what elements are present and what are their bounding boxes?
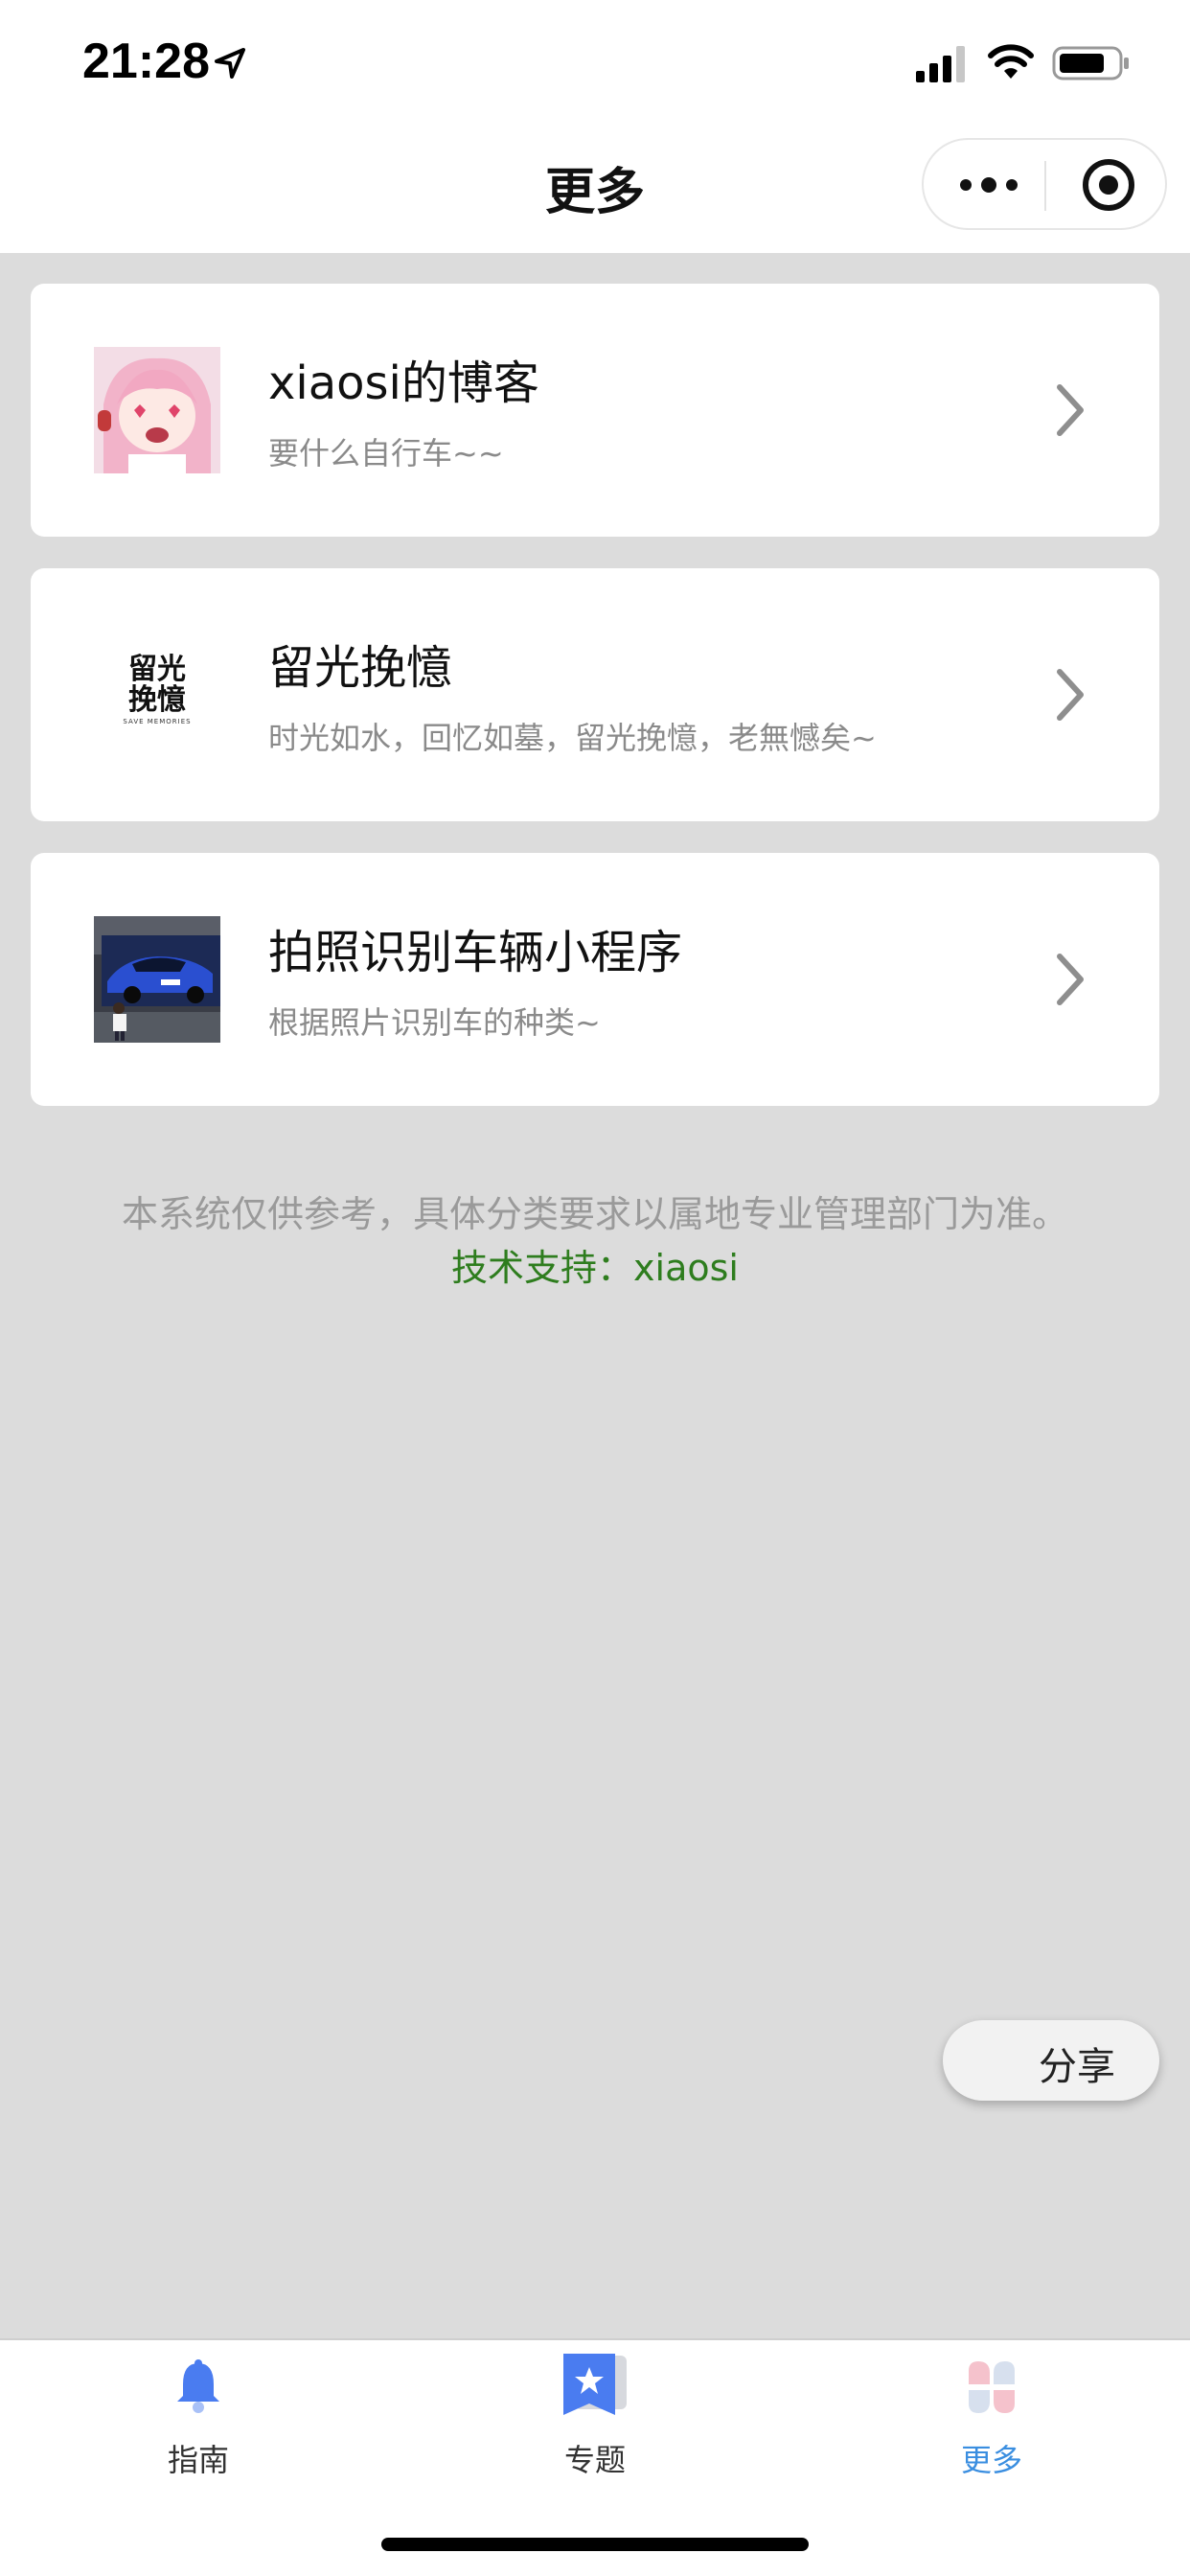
more-dots-icon[interactable] — [958, 176, 1019, 194]
anime-girl-avatar — [94, 347, 220, 473]
bookmark-star-icon — [563, 2354, 627, 2415]
cellular-signal-icon — [916, 46, 965, 82]
blue-car-photo — [94, 916, 220, 1043]
tab-label: 更多 — [960, 2442, 1022, 2478]
list-item-subtitle: 要什么自行车~~ — [268, 435, 504, 472]
nav-bar: 更多 — [0, 130, 1190, 253]
tab-label: 指南 — [167, 2442, 229, 2478]
bell-icon — [177, 2359, 219, 2413]
list-item-car-recognition[interactable]: 拍照识别车辆小程序 根据照片识别车的种类~ — [31, 853, 1159, 1106]
close-target-icon[interactable] — [1081, 157, 1136, 213]
home-indicator — [381, 2538, 809, 2551]
logo-line-2: 挽憶 — [128, 683, 186, 717]
share-button-label: 分享 — [1039, 2045, 1115, 2089]
list-item-subtitle: 根据照片识别车的种类~ — [268, 1004, 601, 1041]
chevron-right-icon — [1057, 669, 1084, 721]
mini-program-capsule — [922, 138, 1167, 230]
logo-tagline: SAVE MEMORIES — [123, 718, 192, 725]
logo-line-1: 留光 — [128, 653, 186, 686]
capsule-divider — [1044, 161, 1046, 211]
tech-support-text: 技术支持：xiaosi — [451, 1247, 739, 1289]
chevron-right-icon — [1057, 954, 1084, 1005]
location-arrow-icon — [215, 48, 245, 79]
tab-more[interactable]: 更多 — [793, 2340, 1190, 2494]
memories-logo: 留光 挽憶 SAVE MEMORIES — [94, 632, 220, 758]
petals-icon — [969, 2361, 1015, 2413]
chevron-right-icon — [1057, 384, 1084, 436]
battery-icon — [1052, 46, 1129, 80]
share-button[interactable]: 分享 — [943, 2020, 1159, 2101]
tab-topics[interactable]: 专题 — [397, 2340, 793, 2494]
list-item-blog[interactable]: xiaosi的博客 要什么自行车~~ — [31, 284, 1159, 537]
list-item-title: 拍照识别车辆小程序 — [268, 926, 683, 979]
status-time: 21:28 — [82, 34, 210, 89]
disclaimer-text: 本系统仅供参考，具体分类要求以属地专业管理部门为准。 — [121, 1193, 1068, 1235]
wifi-icon — [988, 44, 1034, 79]
list-item-memories[interactable]: 留光 挽憶 SAVE MEMORIES 留光挽憶 时光如水，回忆如墓，留光挽憶，… — [31, 568, 1159, 821]
tab-guide[interactable]: 指南 — [0, 2340, 397, 2494]
list-item-subtitle: 时光如水，回忆如墓，留光挽憶，老無憾矣~ — [268, 720, 877, 756]
status-bar: 21:28 — [0, 0, 1190, 130]
list-item-title: 留光挽憶 — [268, 641, 453, 695]
list-item-title: xiaosi的博客 — [268, 356, 539, 410]
tab-label: 专题 — [563, 2442, 626, 2478]
